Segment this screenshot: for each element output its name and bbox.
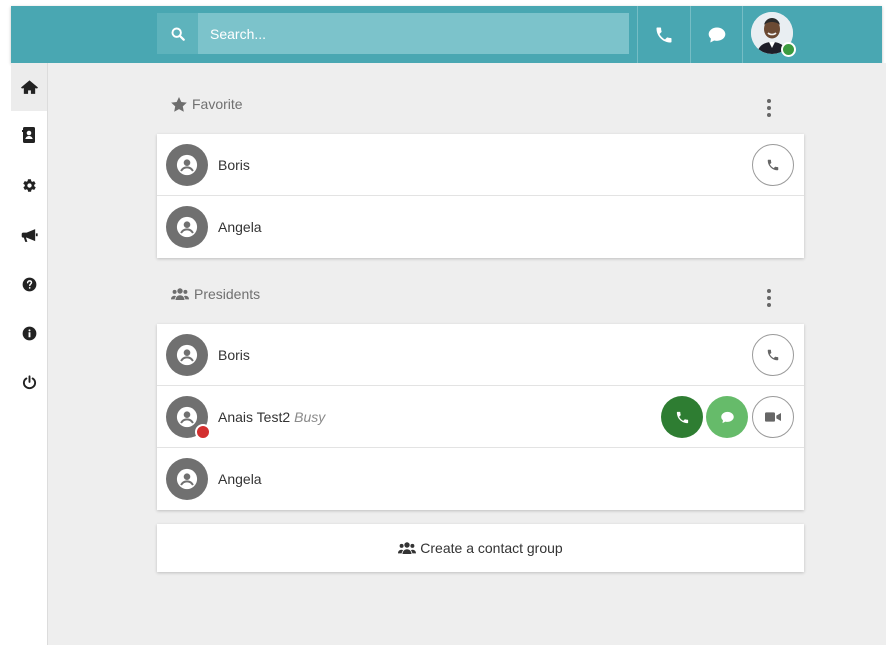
- phone-icon: [767, 349, 779, 361]
- contact-avatar: [166, 334, 208, 376]
- contact-row[interactable]: Angela: [157, 196, 804, 258]
- group-title: Presidents: [194, 286, 261, 302]
- video-camera-icon: [765, 412, 781, 422]
- contact-row[interactable]: Angela: [157, 448, 804, 510]
- sidebar-item-contacts[interactable]: [11, 111, 47, 159]
- user-circle-icon: [176, 154, 198, 176]
- user-circle-icon: [176, 406, 198, 428]
- chat-button[interactable]: [706, 396, 748, 438]
- phone-icon: [767, 159, 779, 171]
- help-icon: [22, 277, 36, 291]
- user-circle-icon: [176, 216, 198, 238]
- user-avatar[interactable]: [751, 12, 796, 57]
- search-icon[interactable]: [157, 13, 198, 54]
- gear-icon: [22, 178, 36, 192]
- contact-row[interactable]: Anais Test2 Busy: [157, 386, 804, 448]
- chat-button[interactable]: [690, 6, 742, 63]
- contact-name: Boris: [218, 156, 250, 173]
- video-call-button[interactable]: [752, 396, 794, 438]
- contact-row[interactable]: Boris: [157, 324, 804, 386]
- contact-name-with-status: Anais Test2 Busy: [218, 409, 325, 425]
- contact-avatar: [166, 396, 211, 440]
- contact-name: Angela: [218, 471, 262, 487]
- sidebar-item-home[interactable]: [11, 63, 47, 111]
- main-content: Favorite Boris Angela Presidents Boris A…: [48, 63, 886, 645]
- group-header-presidents: Presidents: [171, 286, 260, 302]
- group-menu-button[interactable]: [759, 283, 779, 313]
- users-icon: [171, 288, 189, 300]
- contact-name: Anais Test2: [218, 408, 291, 425]
- top-bar: [11, 6, 882, 63]
- sidebar-item-logout[interactable]: [11, 358, 47, 406]
- contact-avatar: [166, 458, 208, 500]
- users-icon: [398, 542, 417, 554]
- create-contact-group-button[interactable]: Create a contact group: [157, 524, 804, 572]
- star-icon: [171, 96, 187, 112]
- call-button[interactable]: [752, 144, 794, 186]
- call-button[interactable]: [752, 334, 794, 376]
- contact-avatar: [166, 206, 208, 248]
- search-input[interactable]: [198, 25, 618, 42]
- phone-icon: [676, 411, 688, 423]
- contacts-icon: [22, 127, 35, 143]
- phone-button[interactable]: [637, 6, 689, 63]
- contact-status: Busy: [294, 408, 326, 425]
- chat-icon: [720, 411, 734, 423]
- group-header-favorite: Favorite: [171, 96, 243, 112]
- busy-status-indicator: [195, 424, 211, 440]
- search-bar: [157, 13, 629, 54]
- power-icon: [22, 374, 36, 389]
- contact-name: Boris: [218, 346, 250, 363]
- call-button[interactable]: [661, 396, 703, 438]
- sidebar-item-settings[interactable]: [11, 161, 47, 209]
- home-icon: [20, 79, 38, 94]
- info-icon: [22, 326, 36, 340]
- group-menu-button[interactable]: [759, 93, 779, 123]
- user-circle-icon: [176, 344, 198, 366]
- contact-avatar: [166, 144, 208, 186]
- sidebar: [11, 63, 48, 645]
- contact-name: Angela: [218, 219, 262, 235]
- chat-icon: [708, 27, 725, 42]
- contact-list-presidents: Boris Anais Test2 Busy Angela: [157, 324, 804, 510]
- group-title: Favorite: [192, 96, 243, 112]
- megaphone-icon: [21, 228, 38, 242]
- sidebar-item-announcements[interactable]: [11, 211, 47, 259]
- create-contact-group-label: Create a contact group: [420, 540, 563, 556]
- online-status-indicator: [781, 42, 796, 57]
- user-circle-icon: [176, 468, 198, 490]
- contact-list-favorite: Boris Angela: [157, 134, 804, 258]
- sidebar-item-info[interactable]: [11, 309, 47, 357]
- phone-icon: [656, 27, 671, 42]
- sidebar-item-help[interactable]: [11, 260, 47, 308]
- contact-row[interactable]: Boris: [157, 134, 804, 196]
